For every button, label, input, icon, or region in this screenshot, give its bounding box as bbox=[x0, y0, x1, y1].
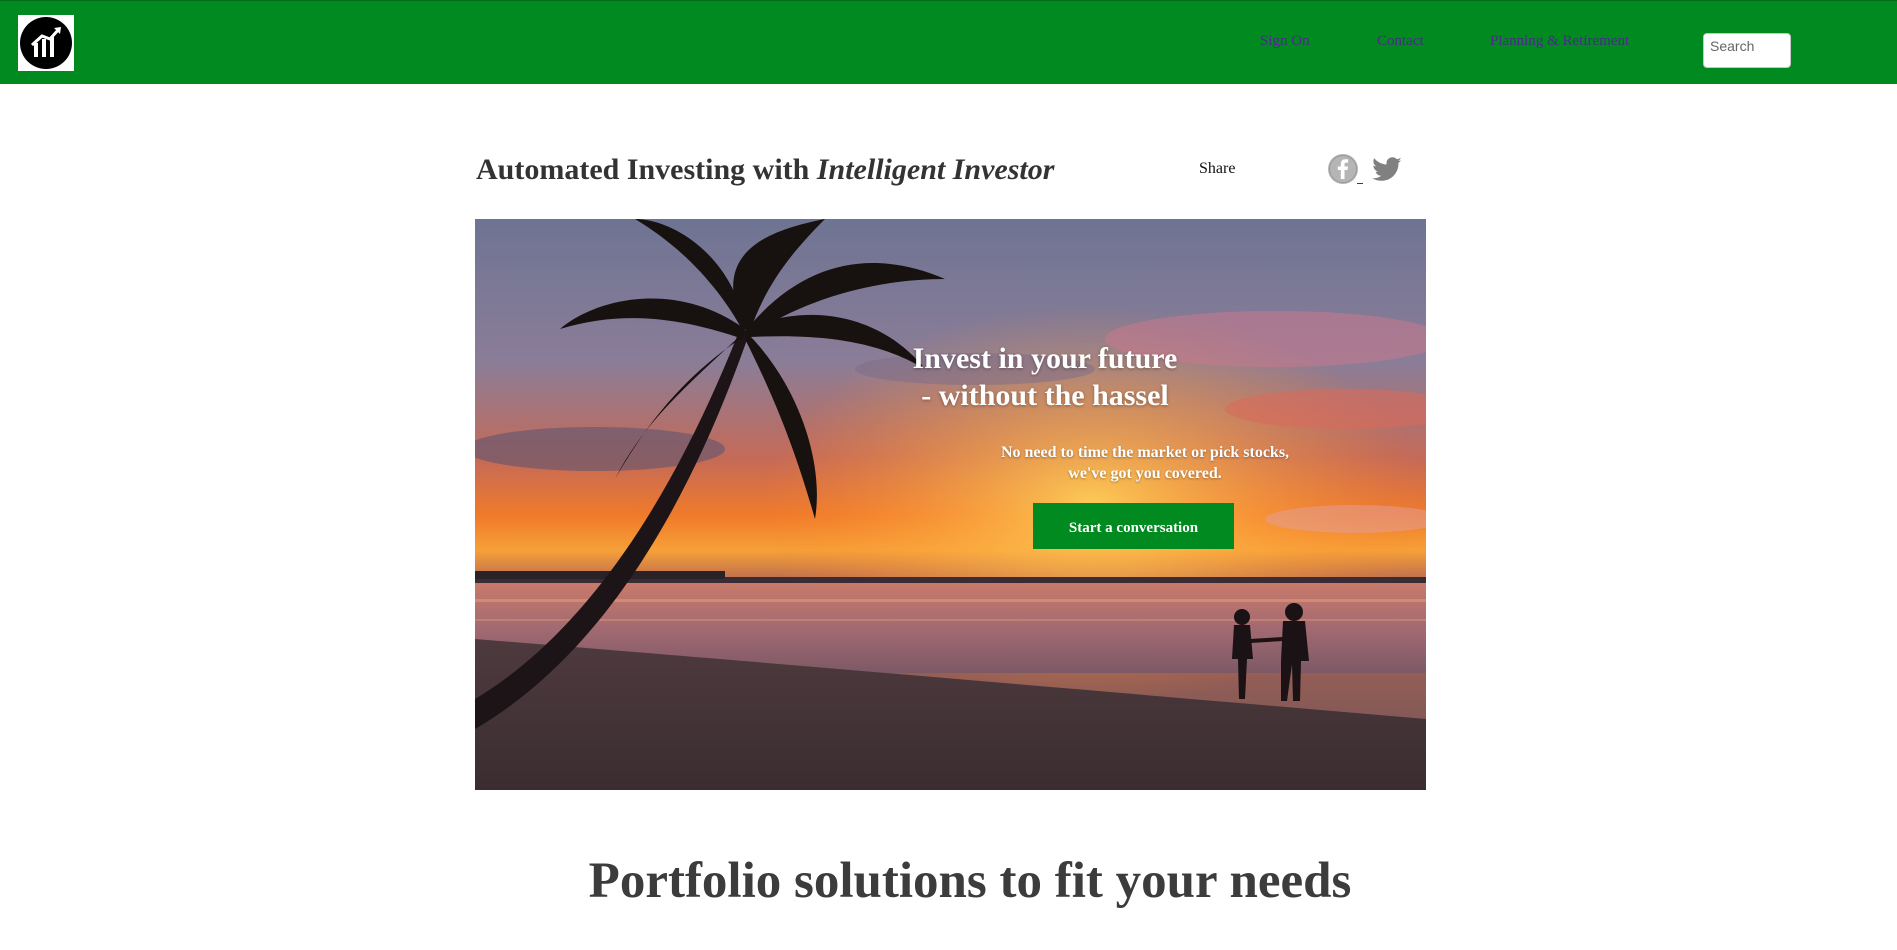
facebook-link-underline bbox=[1357, 183, 1363, 184]
hero-subtitle-line1: No need to time the market or pick stock… bbox=[1000, 444, 1290, 461]
hero-banner: Invest in your future - without the hass… bbox=[475, 219, 1426, 790]
facebook-icon[interactable] bbox=[1327, 153, 1359, 185]
page-title-brand: Intelligent Investor bbox=[816, 153, 1055, 186]
nav-link-planning-retirement[interactable]: Planning & Retirement bbox=[1490, 33, 1629, 50]
twitter-icon[interactable] bbox=[1371, 154, 1403, 186]
start-conversation-button[interactable]: Start a conversation bbox=[1033, 503, 1234, 549]
brand-logo-icon[interactable] bbox=[18, 15, 74, 71]
search-input[interactable] bbox=[1703, 33, 1791, 68]
nav-link-sign-on[interactable]: Sign On bbox=[1260, 33, 1310, 50]
page-title-prefix: Automated Investing with bbox=[476, 153, 817, 186]
hero-title-line2: - without the hassel bbox=[921, 379, 1169, 412]
page-title: Automated Investing with Intelligent Inv… bbox=[476, 153, 1054, 187]
hero-title-line1: Invest in your future bbox=[912, 342, 1178, 375]
nav-link-contact[interactable]: Contact bbox=[1377, 33, 1424, 50]
hero-content: Invest in your future - without the hass… bbox=[475, 219, 1426, 790]
hero-subtitle-line2: we've got you covered. bbox=[1068, 465, 1222, 482]
hero-title: Invest in your future - without the hass… bbox=[900, 340, 1190, 414]
top-navigation-bar: Sign On Contact Planning & Retirement bbox=[0, 0, 1897, 84]
portfolio-section-heading: Portfolio solutions to fit your needs bbox=[588, 853, 1352, 909]
share-label: Share bbox=[1199, 160, 1236, 177]
hero-subtitle: No need to time the market or pick stock… bbox=[970, 442, 1320, 484]
